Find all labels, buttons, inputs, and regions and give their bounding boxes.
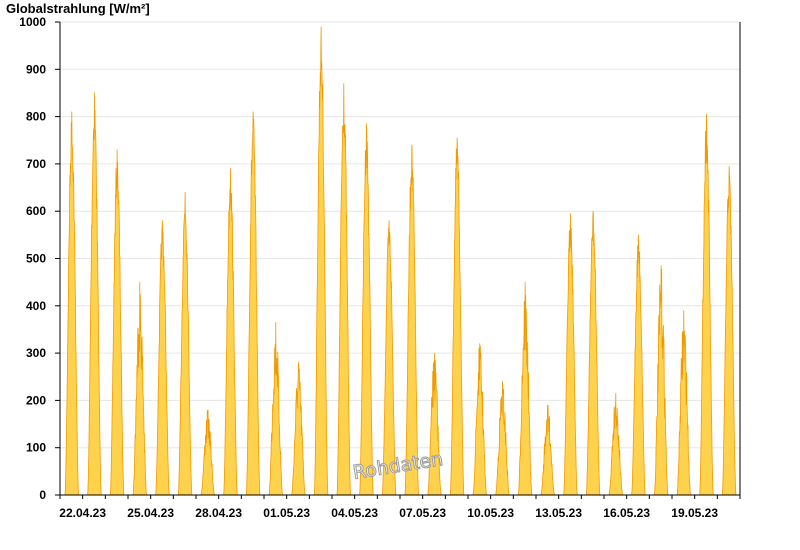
day-curve-2023-04-23 <box>109 149 125 496</box>
day-curve-2023-05-02 <box>313 26 329 496</box>
day-curve-2023-05-11 <box>517 281 533 496</box>
day-curve-2023-05-12 <box>540 404 555 496</box>
y-tick-label-500: 500 <box>26 252 46 266</box>
y-tick-labels: 0 100 200 300 400 500 600 700 800 900 1000 <box>19 15 46 502</box>
day-curve-2023-05-13 <box>563 213 578 496</box>
day-curve-2023-04-27 <box>200 409 215 496</box>
day-curve-2023-04-21 <box>64 111 79 496</box>
x-tick-label-25.04.23: 25.04.23 <box>127 506 174 520</box>
x-tick-label-10.05.23: 10.05.23 <box>467 506 514 520</box>
x-tick-label-28.04.23: 28.04.23 <box>195 506 242 520</box>
day-curve-2023-04-26 <box>177 191 193 496</box>
y-tick-label-0: 0 <box>39 488 46 502</box>
day-curve-2023-04-22 <box>87 92 102 496</box>
daily-radiation-peaks <box>64 26 737 496</box>
x-tick-label-16.05.23: 16.05.23 <box>603 506 650 520</box>
day-curve-2023-05-08 <box>449 137 465 496</box>
day-curve-2023-05-16 <box>631 234 646 496</box>
day-curve-2023-05-18 <box>676 310 691 496</box>
day-curve-2023-05-04 <box>359 123 374 496</box>
day-curve-2023-04-24 <box>132 281 147 496</box>
y-tick-label-700: 700 <box>26 157 46 171</box>
x-tick-label-13.05.23: 13.05.23 <box>535 506 582 520</box>
y-tick-label-100: 100 <box>26 441 46 455</box>
y-tick-label-900: 900 <box>26 62 46 76</box>
day-curve-2023-04-28 <box>223 168 238 496</box>
x-tick-label-01.05.23: 01.05.23 <box>263 506 310 520</box>
day-curve-2023-05-09 <box>472 343 487 496</box>
day-curve-2023-05-19 <box>699 113 714 496</box>
day-curve-2023-04-30 <box>268 321 283 496</box>
day-curve-2023-05-05 <box>381 220 397 496</box>
day-curve-2023-05-06 <box>404 144 419 496</box>
day-curve-2023-05-15 <box>608 392 623 496</box>
chart-svg: Globalstrahlung [W/m²] 0 100 200 300 400 500 6… <box>6 1 741 520</box>
day-curve-2023-04-29 <box>245 111 261 496</box>
y-tick-label-800: 800 <box>26 110 46 124</box>
y-tick-label-600: 600 <box>26 204 46 218</box>
y-tick-label-1000: 1000 <box>19 15 46 29</box>
day-curve-2023-05-20 <box>721 165 737 496</box>
day-curve-2023-05-10 <box>495 381 510 496</box>
y-axis-title: Globalstrahlung [W/m²] <box>6 1 150 16</box>
day-curve-2023-05-01 <box>291 362 306 496</box>
day-curve-2023-05-17 <box>653 265 669 496</box>
day-curve-2023-05-07 <box>427 352 442 496</box>
day-curve-2023-04-25 <box>155 220 170 496</box>
x-tick-label-04.05.23: 04.05.23 <box>331 506 378 520</box>
x-ticks: 22.04.23 25.04.23 28.04.23 01.05.23 04.05.23… <box>59 495 741 520</box>
day-curve-2023-05-03 <box>336 83 351 496</box>
y-tick-label-300: 300 <box>26 346 46 360</box>
y-tick-label-200: 200 <box>26 393 46 407</box>
x-tick-label-22.04.23: 22.04.23 <box>59 506 106 520</box>
x-tick-label-07.05.23: 07.05.23 <box>399 506 446 520</box>
y-tick-label-400: 400 <box>26 299 46 313</box>
x-tick-label-19.05.23: 19.05.23 <box>671 506 718 520</box>
